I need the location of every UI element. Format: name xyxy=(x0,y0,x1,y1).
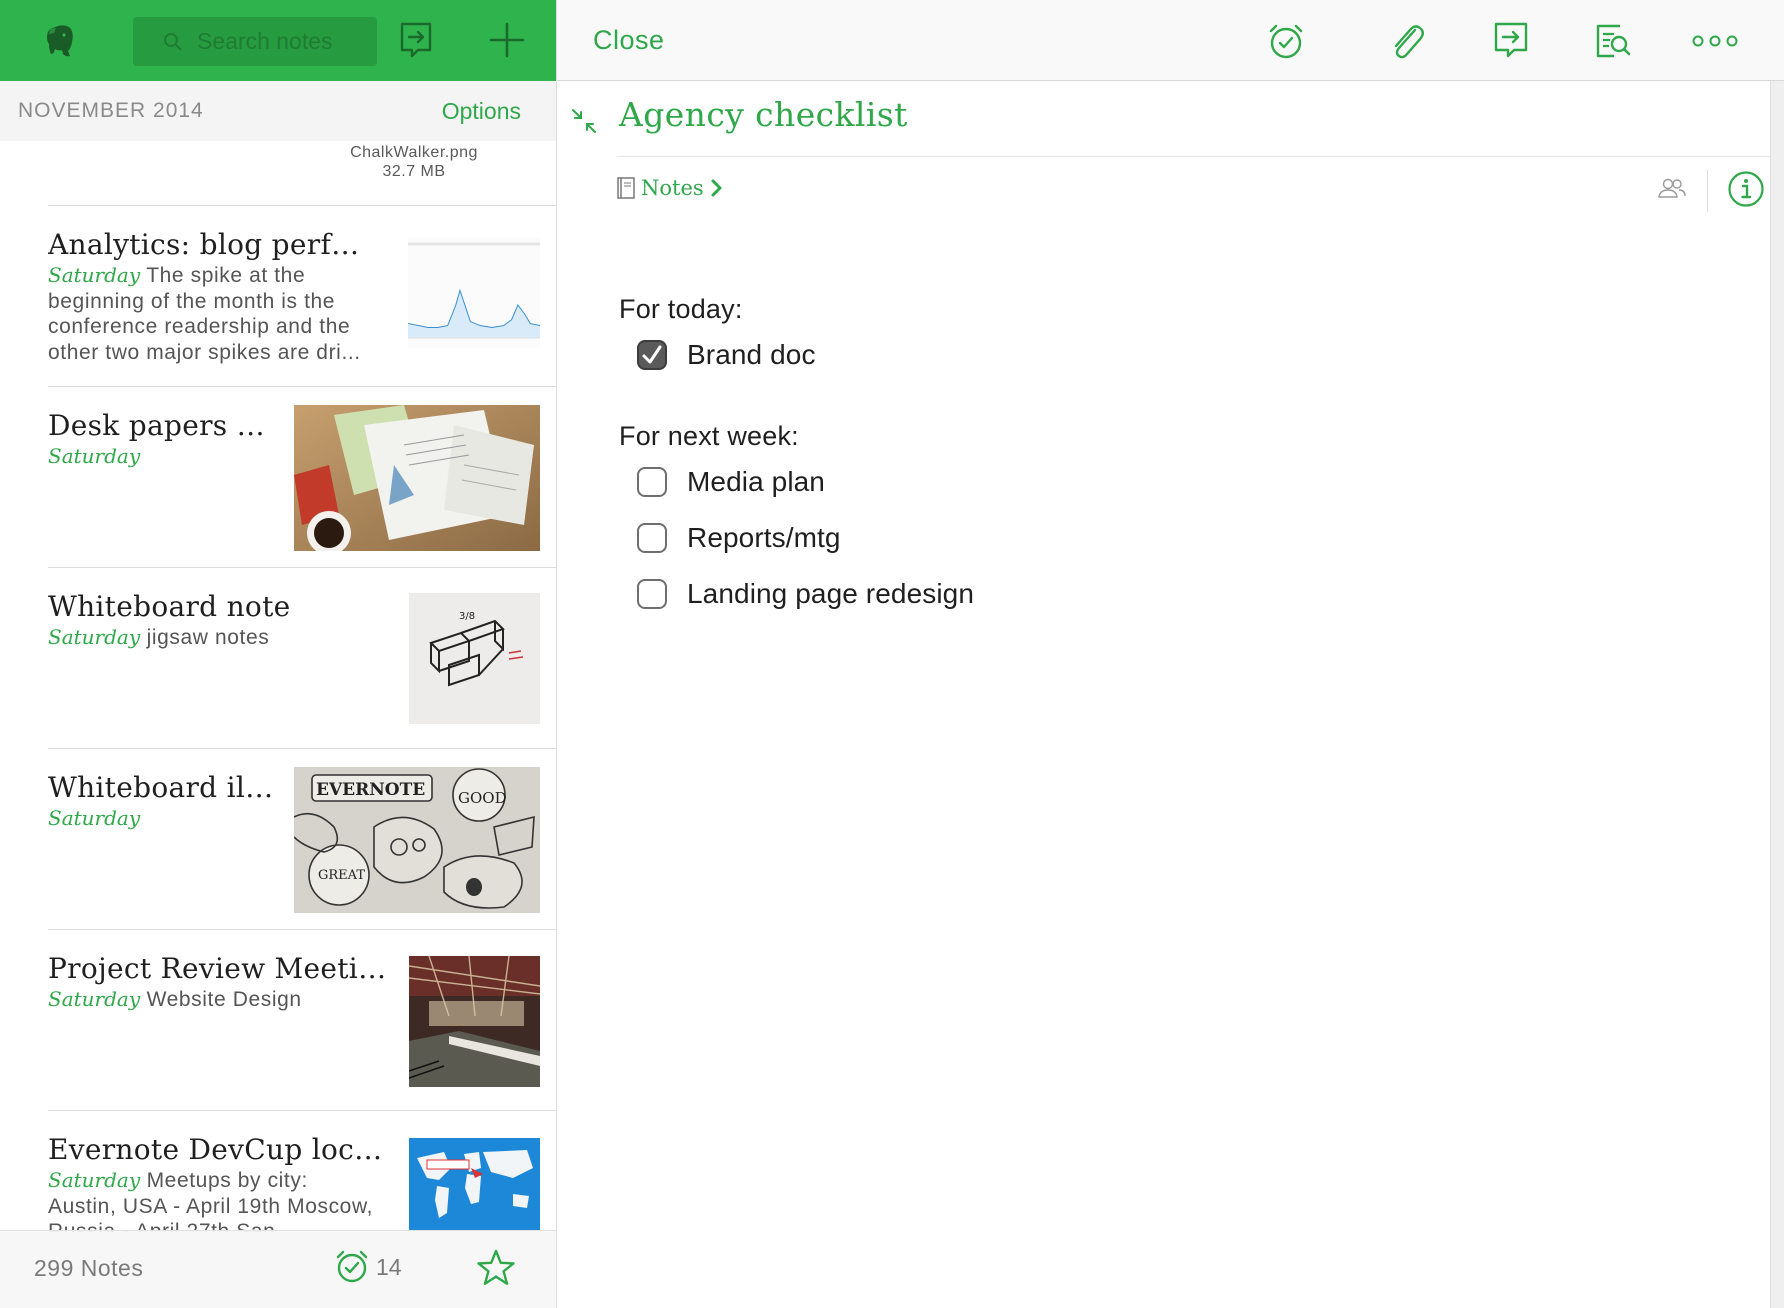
note-meta: Saturday xyxy=(48,444,248,470)
note-list-panel: NOVEMBER 2014 Options ChalkWalker.png 32… xyxy=(0,0,557,1308)
notes-count: 299 Notes xyxy=(34,1255,144,1281)
title-divider xyxy=(617,156,1770,157)
note-date: Saturday xyxy=(48,625,141,649)
note-title: Whiteboard note xyxy=(48,590,291,623)
reminders-count: 14 xyxy=(376,1253,402,1280)
alarm-icon[interactable] xyxy=(1265,20,1307,62)
note-title: Evernote DevCup locati... xyxy=(48,1133,398,1166)
divider xyxy=(48,1110,556,1111)
notebook-name: Notes xyxy=(641,176,704,200)
checklist-label: Landing page redesign xyxy=(687,578,975,609)
checklist-item[interactable]: Landing page redesign xyxy=(637,566,974,622)
checkbox-unchecked[interactable] xyxy=(637,467,667,497)
checkbox-checked[interactable] xyxy=(637,340,667,370)
present-icon[interactable] xyxy=(1490,20,1532,62)
plus-icon[interactable] xyxy=(487,20,527,60)
divider xyxy=(48,929,556,930)
divider xyxy=(48,748,556,749)
checklist-label: Reports/mtg xyxy=(687,522,841,553)
note-date: Saturday xyxy=(48,1168,141,1192)
toolbar-separator xyxy=(1707,170,1708,212)
note-meta: Saturday xyxy=(48,806,248,832)
attachment-filename: ChalkWalker.png xyxy=(350,144,478,161)
note-thumbnail-venue-photo xyxy=(409,956,540,1087)
checklist-item[interactable]: Media plan xyxy=(637,454,974,510)
alarm-icon xyxy=(336,1250,368,1283)
note-snippet: Website Design xyxy=(146,988,302,1011)
note-date: Saturday xyxy=(48,806,141,830)
attachment-item[interactable]: ChalkWalker.png 32.7 MB xyxy=(0,141,556,205)
note-date: Saturday xyxy=(48,263,141,287)
doodle-good-text: GOOD xyxy=(458,789,507,807)
note-list-toolbar xyxy=(0,0,556,81)
evernote-app: NOVEMBER 2014 Options ChalkWalker.png 32… xyxy=(0,0,1784,1308)
note-title: Whiteboard ill... xyxy=(48,771,276,804)
note-thumbnail-world-map xyxy=(409,1138,540,1230)
editor-scrollbar[interactable] xyxy=(1770,81,1784,1308)
note-date: Saturday xyxy=(48,987,141,1011)
elephant-logo-icon[interactable] xyxy=(40,20,82,62)
paperclip-icon[interactable] xyxy=(1385,20,1427,62)
note-meta: Saturday The spike at the beginning of t… xyxy=(48,263,398,365)
divider xyxy=(48,567,556,568)
month-header: NOVEMBER 2014 Options xyxy=(0,81,556,141)
section-heading: For next week: xyxy=(619,421,799,451)
checkbox-unchecked[interactable] xyxy=(637,523,667,553)
options-button[interactable]: Options xyxy=(442,98,521,125)
note-thumbnail-sketch: 3/8 xyxy=(409,593,540,724)
note-thumbnail-doodle-art: EVERNOTE GOOD GREAT xyxy=(294,767,540,913)
editor-toolbar: Close xyxy=(557,0,1784,81)
note-date: Saturday xyxy=(48,444,141,468)
more-icon[interactable] xyxy=(1690,20,1740,62)
note-meta: Saturday Website Design xyxy=(48,987,398,1013)
info-icon[interactable] xyxy=(1727,170,1765,208)
checklist-label: Brand doc xyxy=(687,339,816,370)
note-meta: Saturday jigsaw notes xyxy=(48,625,368,651)
collapse-icon[interactable] xyxy=(569,106,599,136)
section-heading: For today: xyxy=(619,294,743,324)
note-editor-panel: Close Agency checklist Notes For today: … xyxy=(557,0,1784,1308)
note-list-footer: 299 Notes 14 xyxy=(0,1230,556,1308)
checklist-label: Media plan xyxy=(687,466,825,497)
note-thumbnail-line-chart xyxy=(408,238,540,348)
search-field[interactable] xyxy=(133,17,377,66)
divider xyxy=(48,386,556,387)
note-snippet: jigsaw notes xyxy=(146,626,270,649)
find-icon[interactable] xyxy=(1592,20,1634,62)
checkmark-icon xyxy=(642,345,662,364)
checkbox-unchecked[interactable] xyxy=(637,579,667,609)
divider xyxy=(48,205,556,206)
note-body[interactable]: For today: Brand doc For next week: Medi… xyxy=(619,294,974,622)
checklist-item[interactable]: Brand doc xyxy=(637,327,974,383)
checklist-item[interactable]: Reports/mtg xyxy=(637,510,974,566)
notebook-selector[interactable]: Notes xyxy=(617,176,724,200)
search-input[interactable] xyxy=(197,28,367,55)
doodle-great-text: GREAT xyxy=(318,868,365,883)
svg-text:3/8: 3/8 xyxy=(459,611,475,622)
note-title-field[interactable]: Agency checklist xyxy=(619,95,908,134)
note-title: Desk papers n... xyxy=(48,409,276,442)
close-button[interactable]: Close xyxy=(593,25,665,56)
reminders-button[interactable]: 14 xyxy=(334,1249,402,1285)
note-title: Analytics: blog perfor... xyxy=(48,228,373,261)
month-label: NOVEMBER 2014 xyxy=(18,99,204,122)
star-icon[interactable] xyxy=(475,1247,517,1289)
search-icon xyxy=(164,32,182,51)
chevron-right-icon xyxy=(711,179,722,197)
attachment-size: 32.7 MB xyxy=(382,163,446,180)
doodle-evernote-text: EVERNOTE xyxy=(316,780,425,800)
people-icon[interactable] xyxy=(1657,176,1687,200)
notebook-icon xyxy=(617,177,635,199)
note-thumbnail-desk-photo xyxy=(294,405,540,551)
note-title: Project Review Meeting... xyxy=(48,952,398,985)
note-meta: Saturday Meetups by city: Austin, USA - … xyxy=(48,1168,378,1232)
share-icon[interactable] xyxy=(396,20,436,60)
